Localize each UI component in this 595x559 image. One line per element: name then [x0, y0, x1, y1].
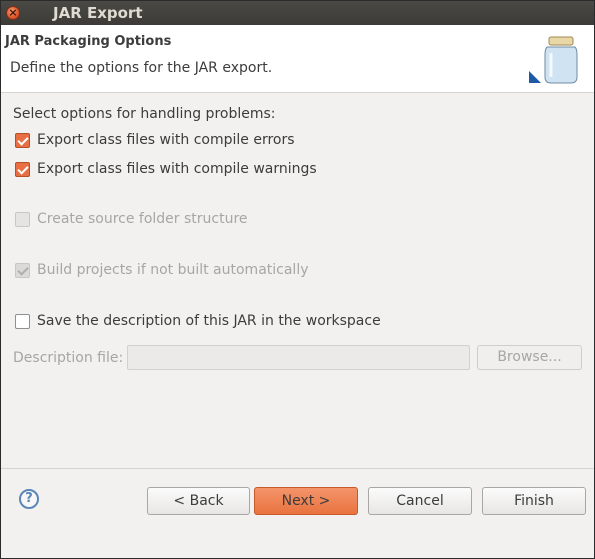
jar-icon [529, 36, 578, 84]
problems-section-label: Select options for handling problems: [13, 106, 276, 122]
export-errors-checkbox[interactable] [15, 132, 30, 148]
wizard-banner: JAR Packaging Options Define the options… [1, 25, 594, 93]
back-button[interactable]: < Back [147, 487, 250, 515]
description-file-row: Description file: Browse... [13, 345, 582, 370]
create-source-folder-label: Create source folder structure [37, 211, 248, 227]
save-description-label: Save the description of this JAR in the … [37, 313, 381, 329]
build-projects-label: Build projects if not built automaticall… [37, 262, 309, 278]
export-warnings-checkbox[interactable] [15, 161, 30, 177]
page-title: JAR Packaging Options [5, 34, 172, 49]
description-file-label: Description file: [13, 349, 124, 366]
jar-export-dialog: × JAR Export JAR Packaging Options Defin… [0, 0, 595, 559]
export-warnings-label: Export class files with compile warnings [37, 161, 317, 177]
export-errors-option[interactable]: Export class files with compile errors [15, 132, 295, 148]
help-icon[interactable]: ? [19, 489, 39, 509]
cancel-button[interactable]: Cancel [368, 487, 472, 515]
build-projects-option: Build projects if not built automaticall… [15, 262, 309, 278]
finish-button[interactable]: Finish [482, 487, 586, 515]
export-errors-label: Export class files with compile errors [37, 132, 295, 148]
build-projects-checkbox [15, 262, 30, 278]
browse-button: Browse... [477, 345, 582, 370]
description-file-input [127, 345, 470, 370]
page-description: Define the options for the JAR export. [10, 60, 273, 76]
create-source-folder-checkbox [15, 211, 30, 227]
footer-separator [1, 468, 594, 469]
title-bar: × JAR Export [1, 1, 594, 25]
export-warnings-option[interactable]: Export class files with compile warnings [15, 161, 317, 177]
close-button[interactable]: × [6, 6, 20, 20]
save-description-checkbox[interactable] [15, 313, 30, 329]
next-button[interactable]: Next > [254, 487, 358, 515]
save-description-option[interactable]: Save the description of this JAR in the … [15, 313, 381, 329]
window-title: JAR Export [53, 4, 143, 22]
create-source-folder-option: Create source folder structure [15, 211, 248, 227]
